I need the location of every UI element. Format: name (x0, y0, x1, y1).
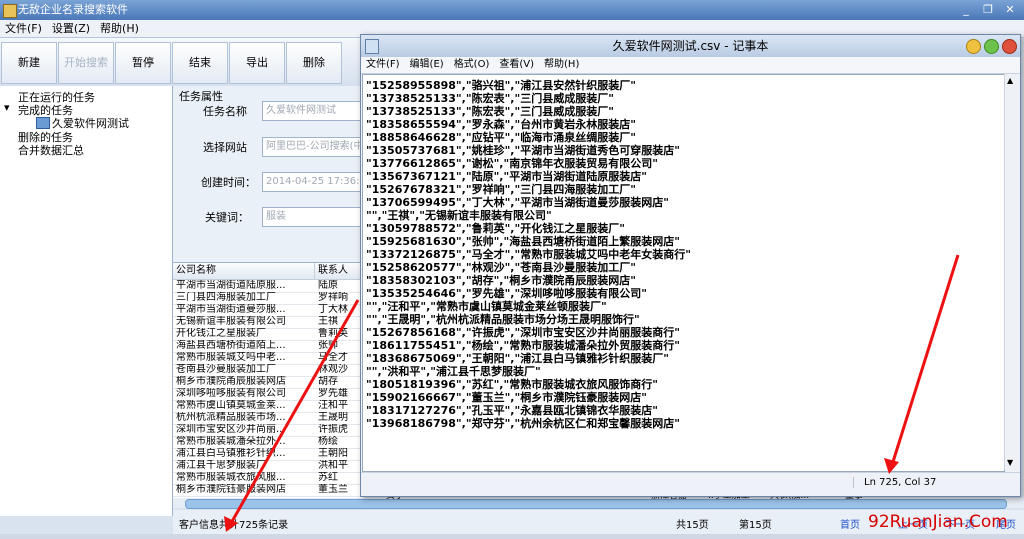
watermark: 92RuanJian.Com (868, 512, 1008, 532)
arrow-to-line (890, 254, 960, 466)
arrow-head-count (224, 516, 238, 532)
annotation-arrows (224, 254, 960, 532)
arrow-to-count (228, 299, 360, 526)
arrow-head-line (884, 458, 899, 474)
